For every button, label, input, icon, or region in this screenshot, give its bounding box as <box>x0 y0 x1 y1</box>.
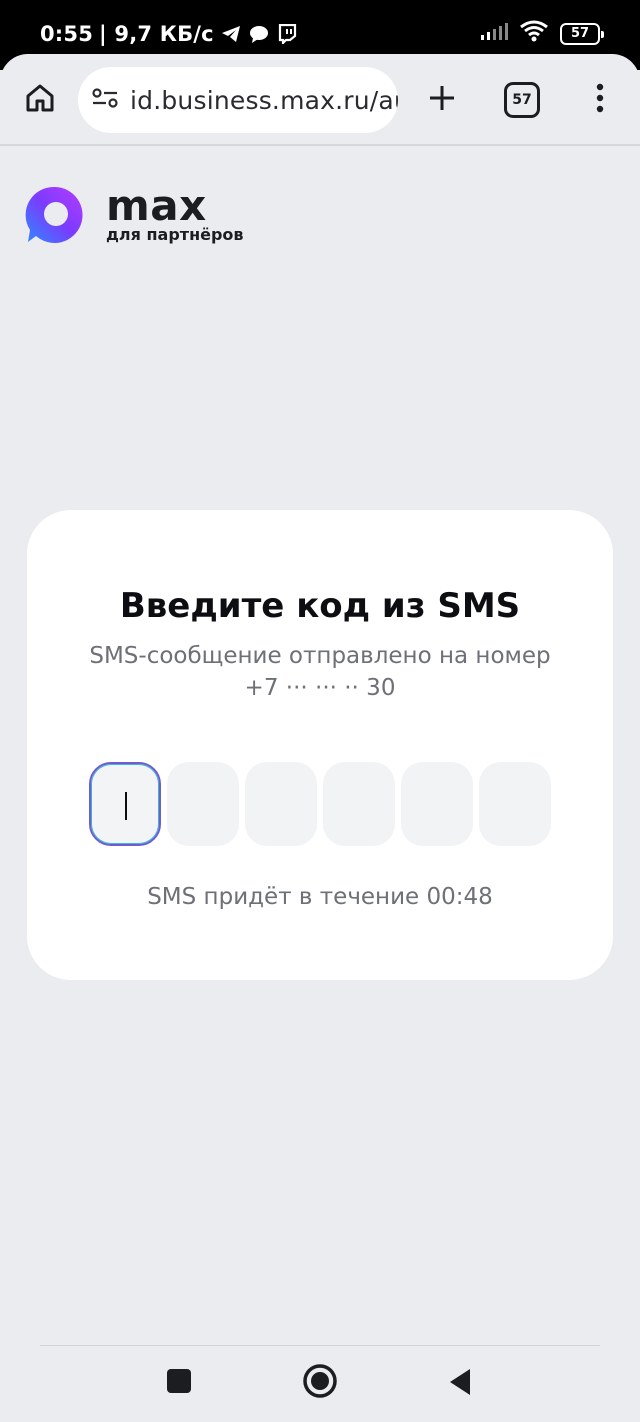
url-text[interactable]: id.business.max.ru/auth <box>130 86 398 115</box>
recents-icon <box>166 1368 192 1399</box>
back-button[interactable] <box>446 1368 474 1400</box>
nav-home-button[interactable] <box>302 1363 338 1404</box>
page-title: Введите код из SMS <box>119 586 521 626</box>
code-digit-3[interactable] <box>245 762 317 846</box>
wifi-icon <box>520 20 548 47</box>
address-bar[interactable]: id.business.max.ru/auth <box>78 67 398 133</box>
status-right: 57 <box>480 20 604 47</box>
sms-sent-message: SMS-сообщение отправлено на номер +7 ···… <box>27 640 613 704</box>
code-digit-5[interactable] <box>401 762 473 846</box>
chat-icon <box>248 23 270 45</box>
twitch-icon <box>276 23 298 45</box>
status-left: 0:55 | 9,7 КБ/с <box>40 22 298 46</box>
sms-code-input[interactable] <box>89 762 551 846</box>
nav-divider <box>40 1345 600 1346</box>
site-settings-icon[interactable] <box>92 87 118 114</box>
logo-text: max для партнёров <box>106 181 244 244</box>
back-icon <box>448 1367 472 1402</box>
sms-code-card: Введите код из SMS SMS-сообщение отправл… <box>27 510 613 980</box>
new-tab-button[interactable] <box>420 78 464 122</box>
status-time: 0:55 <box>40 22 94 46</box>
text-caret <box>125 792 127 820</box>
home-button[interactable] <box>18 78 62 122</box>
nav-home-icon <box>302 1363 338 1404</box>
logo-word: max <box>106 181 207 230</box>
telegram-icon <box>220 23 242 45</box>
more-menu-button[interactable] <box>582 78 618 122</box>
code-digit-2[interactable] <box>167 762 239 846</box>
max-logo[interactable]: max для партнёров <box>24 184 244 246</box>
code-digit-1[interactable] <box>89 762 161 846</box>
home-icon <box>24 82 56 119</box>
sms-sent-line: SMS-сообщение отправлено на номер <box>89 643 551 669</box>
more-icon <box>596 83 604 118</box>
tabs-button[interactable]: 57 <box>504 82 540 118</box>
battery-icon: 57 <box>560 22 604 45</box>
max-logo-icon <box>25 186 83 243</box>
signal-icon <box>480 21 508 46</box>
browser-toolbar: id.business.max.ru/auth 57 <box>0 54 640 146</box>
plus-icon <box>427 83 457 118</box>
code-digit-4[interactable] <box>323 762 395 846</box>
code-digit-6[interactable] <box>479 762 551 846</box>
status-speed: | 9,7 КБ/с <box>99 22 214 46</box>
logo-subtitle: для партнёров <box>106 225 244 244</box>
recents-button[interactable] <box>166 1368 192 1399</box>
resend-timer: SMS придёт в течение 00:48 <box>147 884 493 910</box>
battery-level: 57 <box>570 26 590 41</box>
masked-phone-number: +7 ··· ··· ·· 30 <box>244 675 396 701</box>
tab-count: 57 <box>512 92 532 108</box>
